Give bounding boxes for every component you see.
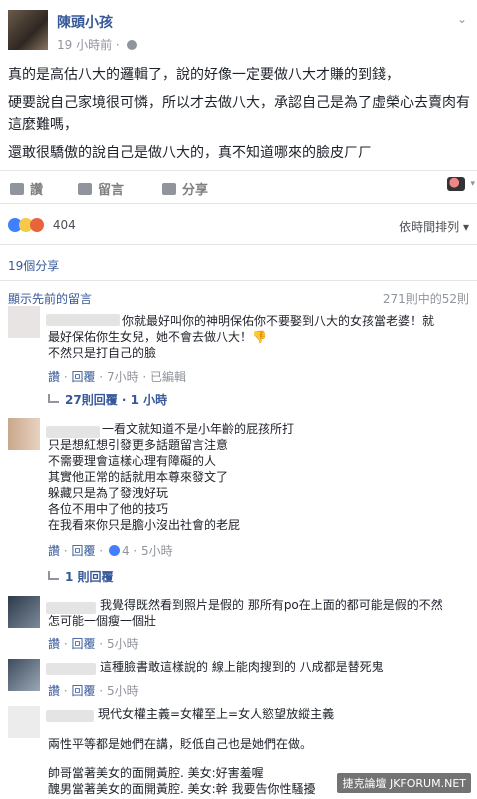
post-line: 硬要說自己家境很可憐，所以才去做八大，承認自己是為了虛榮心去賣肉有這麼難嗎， bbox=[8, 95, 470, 133]
comment-button[interactable]: 留言 bbox=[78, 179, 124, 198]
commenter-name[interactable] bbox=[46, 663, 96, 675]
comment-actions: 讚 · 回覆 · 5小時 bbox=[48, 637, 139, 651]
comment: 你就最好叫你的神明保佑你不要娶到八大的女孩當老婆！就 最好保佑你生女兒，她不會去… bbox=[8, 306, 473, 411]
like-count-icon bbox=[108, 545, 120, 556]
author-name[interactable]: 陳頭小孩 bbox=[57, 12, 113, 32]
comment-like-link[interactable]: 讚 bbox=[48, 637, 60, 651]
commenter-avatar[interactable] bbox=[8, 596, 40, 628]
comment: 我覺得既然看到照片是假的 那所有po在上面的都可能是假的不然 怎可能一個瘦一個壯… bbox=[8, 596, 473, 654]
sort-dropdown[interactable]: 依時間排列 ▾ bbox=[399, 218, 469, 235]
comment-reply-link[interactable]: 回覆 bbox=[71, 370, 95, 384]
post-line: 還敢很驕傲的說自己是做八大的，真不知道哪來的臉皮ㄏㄏ bbox=[8, 145, 372, 161]
post-time[interactable]: 19 小時前 bbox=[57, 38, 112, 52]
post-meta: 19 小時前 · bbox=[57, 36, 137, 53]
share-icon bbox=[162, 183, 176, 195]
like-button[interactable]: 讚 bbox=[10, 179, 43, 198]
thumbs-up-icon bbox=[10, 183, 24, 195]
comment-count: 271則中的52則 bbox=[382, 292, 469, 306]
reactions-summary[interactable]: 404 bbox=[8, 217, 76, 233]
commenter-avatar[interactable] bbox=[8, 659, 40, 691]
view-replies-link[interactable]: 1 則回覆 bbox=[48, 568, 114, 585]
action-bar: 讚 留言 分享 ▾ bbox=[0, 170, 477, 200]
author-avatar[interactable] bbox=[8, 10, 48, 50]
comment-reply-link[interactable]: 回覆 bbox=[71, 544, 95, 558]
comment-icon bbox=[78, 183, 92, 195]
divider bbox=[0, 203, 477, 204]
comment: 一看文就知道不是小年齡的屁孩所打 只是想紅想引發更多話題留言注意 不需要理會這樣… bbox=[8, 418, 473, 588]
comment-reply-link[interactable]: 回覆 bbox=[71, 637, 95, 651]
commenter-avatar[interactable] bbox=[8, 706, 40, 738]
post-header: 陳頭小孩 19 小時前 · ⌄ bbox=[0, 0, 477, 60]
comment-like-link[interactable]: 讚 bbox=[48, 370, 60, 384]
angry-reaction-icon bbox=[30, 217, 44, 232]
comment-like-link[interactable]: 讚 bbox=[48, 544, 60, 558]
caret-down-icon[interactable]: ▾ bbox=[470, 179, 475, 189]
reply-icon bbox=[48, 394, 59, 403]
comment-reply-link[interactable]: 回覆 bbox=[71, 684, 95, 698]
commenter-avatar[interactable] bbox=[8, 418, 40, 450]
reaction-count: 404 bbox=[52, 217, 76, 232]
post-body: 真的是高估八大的邏輯了，說的好像一定要做八大才賺的到錢， 硬要說自己家境很可憐，… bbox=[8, 64, 470, 170]
view-previous-comments[interactable]: 顯示先前的留言 bbox=[8, 290, 92, 307]
globe-icon bbox=[126, 40, 137, 50]
comment-actions: 讚 · 回覆 · 5小時 bbox=[48, 684, 139, 698]
comment-actions: 讚 · 回覆 · 7小時 · 已編輯 bbox=[48, 370, 187, 384]
watermark: 捷克論壇 JKFORUM.NET bbox=[337, 773, 471, 793]
chevron-down-icon[interactable]: ⌄ bbox=[457, 12, 467, 26]
commenter-name[interactable] bbox=[46, 710, 94, 722]
comment: 這種臉書敢這樣說的 線上能肉搜到的 八成都是替死鬼 讚 · 回覆 · 5小時 bbox=[8, 659, 473, 699]
comment-actions: 讚 · 回覆 · 4 · 5小時 bbox=[48, 544, 173, 558]
share-button[interactable]: 分享 bbox=[162, 179, 208, 198]
comment-like-link[interactable]: 讚 bbox=[48, 684, 60, 698]
shares-link[interactable]: 19個分享 bbox=[8, 257, 59, 274]
like-count[interactable]: 4 bbox=[122, 544, 130, 558]
view-replies-link[interactable]: 27則回覆 · 1 小時 bbox=[48, 391, 167, 408]
emoji-icon: 👎 bbox=[252, 330, 267, 344]
reply-icon bbox=[48, 571, 59, 580]
viewer-avatar[interactable] bbox=[447, 177, 465, 191]
post-line: 真的是高估八大的邏輯了，說的好像一定要做八大才賺的到錢， bbox=[8, 67, 400, 83]
commenter-name[interactable] bbox=[46, 314, 120, 326]
commenter-avatar[interactable] bbox=[8, 306, 40, 338]
